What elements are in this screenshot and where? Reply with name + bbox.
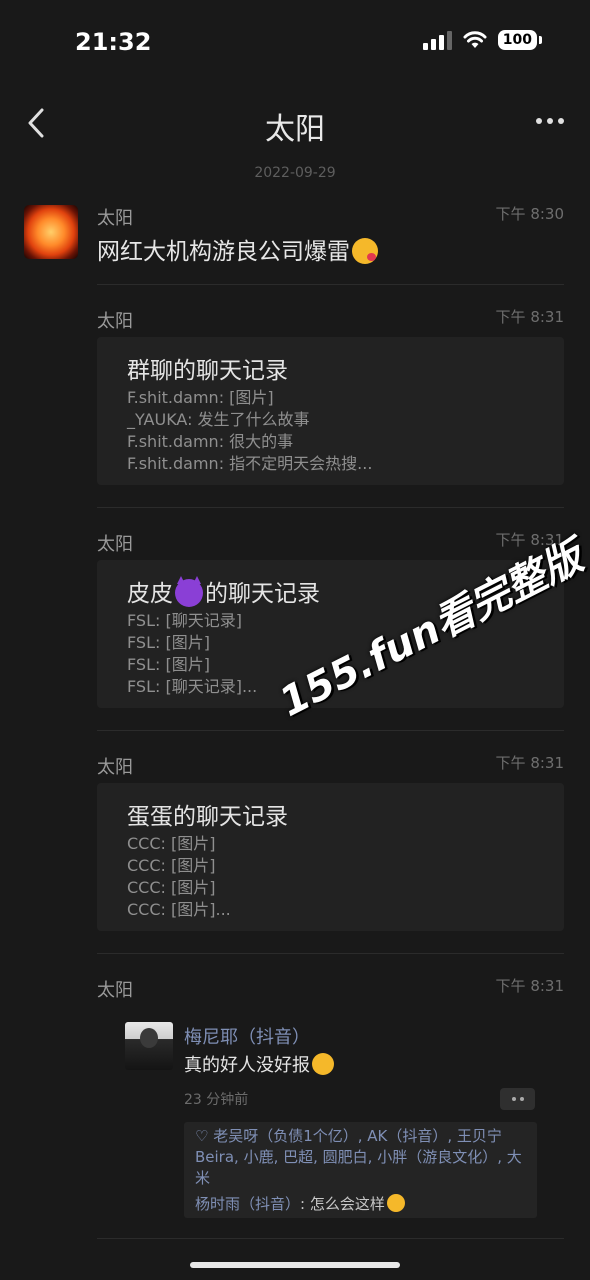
chat-record-title: 群聊的聊天记录	[127, 358, 288, 384]
message-time: 下午 8:31	[495, 754, 564, 772]
message-text: 网红大机构游良公司爆雷	[97, 232, 378, 266]
grimace-emoji-icon	[386, 1194, 405, 1212]
divider	[97, 730, 564, 731]
moment-text-content: 真的好人没好报	[184, 1055, 310, 1076]
moment-author-avatar[interactable]	[125, 1022, 173, 1070]
sender-name: 太阳	[97, 208, 133, 229]
sender-name: 太阳	[97, 534, 133, 555]
battery-level: 100	[497, 30, 537, 50]
kissing-emoji-icon	[352, 238, 378, 264]
chat-record-card[interactable]: 群聊的聊天记录 F.shit.damn: [图片] _YAUKA: 发生了什么故…	[97, 337, 564, 485]
moment-interactions: ♡ 老吴呀（负债1个亿）, AK（抖音）, 王贝宁 Beira, 小鹿, 巴超,…	[184, 1122, 537, 1218]
chat-record-line: FSL: [图片]	[127, 633, 210, 652]
sender-name: 太阳	[97, 757, 133, 778]
page-title: 太阳	[265, 112, 325, 147]
devil-emoji-icon	[175, 576, 203, 607]
comment-text: : 怎么会这样	[300, 1195, 385, 1213]
message-text-content: 网红大机构游良公司爆雷	[97, 239, 350, 265]
sender-name: 太阳	[97, 980, 133, 1001]
chat-record-preview: CCC: [图片] CCC: [图片] CCC: [图片] CCC: [图片].…	[127, 833, 231, 921]
chat-record-title: 皮皮 的聊天记录	[127, 574, 320, 608]
chat-record-line: FSL: [聊天记录]	[127, 611, 242, 630]
divider	[97, 953, 564, 954]
status-time: 21:32	[75, 28, 152, 56]
sender-name: 太阳	[97, 311, 133, 332]
more-options-icon[interactable]	[536, 118, 564, 124]
moment-timestamp: 23 分钟前	[184, 1092, 249, 1108]
comment-author[interactable]: 杨时雨（抖音）	[195, 1195, 300, 1213]
moment-more-button[interactable]	[500, 1088, 535, 1110]
chat-record-line: CCC: [图片]...	[127, 900, 231, 919]
divider	[97, 507, 564, 508]
wifi-icon	[463, 31, 487, 48]
signal-icon	[422, 30, 452, 50]
chat-record-line: FSL: [聊天记录]...	[127, 677, 258, 696]
likes-list: ♡ 老吴呀（负债1个亿）, AK（抖音）, 王贝宁 Beira, 小鹿, 巴超,…	[195, 1127, 522, 1187]
date-separator: 2022-09-29	[254, 165, 336, 181]
chat-record-line: F.shit.damn: [图片]	[127, 388, 274, 407]
chat-record-line: F.shit.damn: 指不定明天会热搜...	[127, 454, 373, 473]
moment-author-name[interactable]: 梅尼耶（抖音）	[184, 1023, 310, 1049]
battery-icon: 100	[497, 30, 542, 50]
chat-record-line: F.shit.damn: 很大的事	[127, 432, 294, 451]
chat-record-line: CCC: [图片]	[127, 878, 216, 897]
moment-text: 真的好人没好报	[184, 1051, 334, 1077]
chat-record-title: 蛋蛋的聊天记录	[127, 804, 288, 830]
message-time: 下午 8:31	[495, 308, 564, 326]
chat-record-line: FSL: [图片]	[127, 655, 210, 674]
thinking-emoji-icon	[312, 1053, 334, 1075]
chat-record-card[interactable]: 蛋蛋的聊天记录 CCC: [图片] CCC: [图片] CCC: [图片] CC…	[97, 783, 564, 931]
avatar[interactable]	[24, 205, 78, 259]
message-time: 下午 8:31	[495, 977, 564, 995]
chat-record-line: CCC: [图片]	[127, 856, 216, 875]
chat-record-title-suffix: 的聊天记录	[205, 581, 320, 607]
home-indicator[interactable]	[190, 1262, 400, 1268]
chat-record-preview: F.shit.damn: [图片] _YAUKA: 发生了什么故事 F.shit…	[127, 387, 372, 475]
chat-record-line: _YAUKA: 发生了什么故事	[127, 410, 310, 429]
chat-record-line: CCC: [图片]	[127, 834, 216, 853]
status-icons: 100	[422, 30, 542, 50]
divider	[97, 1238, 564, 1239]
chat-record-preview: FSL: [聊天记录] FSL: [图片] FSL: [图片] FSL: [聊天…	[127, 610, 257, 698]
chat-record-title-name: 皮皮	[127, 581, 173, 607]
divider	[97, 284, 564, 285]
comment[interactable]: 杨时雨（抖音）: 怎么会这样	[195, 1193, 405, 1214]
message-time: 下午 8:30	[495, 205, 564, 223]
